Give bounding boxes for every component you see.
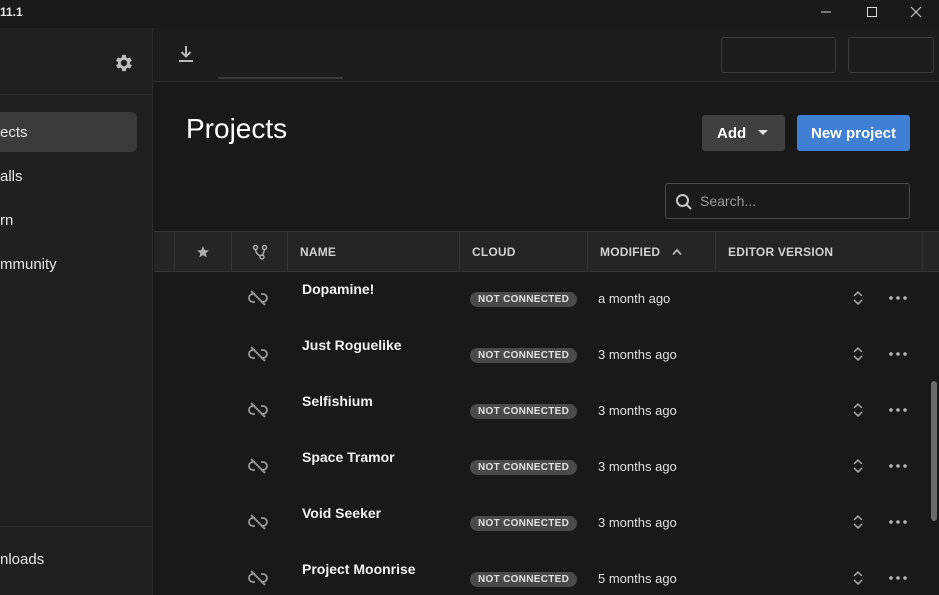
add-button-label: Add — [717, 124, 747, 142]
cloud-status-badge: NOT CONNECTED — [470, 516, 578, 531]
scrollbar-thumb[interactable] — [931, 381, 937, 521]
modified-date: 3 months ago — [598, 347, 677, 362]
project-row[interactable]: Space Tramor NOT CONNECTED 3 months ago — [154, 441, 922, 497]
maximize-icon — [867, 7, 877, 17]
project-row[interactable]: Project Moonrise NOT CONNECTED 5 months … — [154, 553, 922, 595]
editor-version-select-icon[interactable] — [852, 346, 864, 362]
header-button[interactable] — [721, 37, 836, 73]
close-button[interactable] — [893, 0, 939, 24]
sidebar-item-label: mmunity — [0, 255, 57, 273]
sidebar-divider — [0, 526, 153, 527]
sidebar-item-label: alls — [0, 167, 23, 185]
gear-icon — [116, 54, 132, 72]
page-title: Projects — [186, 113, 288, 144]
modified-date: a month ago — [598, 291, 671, 306]
column-modified[interactable]: MODIFIED — [587, 232, 715, 272]
unlinked-icon — [248, 570, 268, 586]
editor-version-select-icon[interactable] — [852, 570, 864, 586]
new-project-label: New project — [810, 124, 897, 142]
cloud-status-badge: NOT CONNECTED — [470, 348, 578, 363]
modified-date: 5 months ago — [598, 571, 677, 586]
project-name: Just Roguelike — [302, 337, 402, 353]
star-icon — [197, 246, 209, 258]
column-name-label: NAME — [300, 245, 337, 259]
project-name: Space Tramor — [302, 449, 395, 465]
unlinked-icon — [248, 458, 268, 474]
project-name: Project Moonrise — [302, 561, 416, 577]
column-editor-version-label: EDITOR VERSION — [728, 245, 834, 259]
modified-date: 3 months ago — [598, 403, 677, 418]
settings-button[interactable] — [113, 52, 135, 74]
sidebar-item-learn[interactable]: rn — [0, 200, 137, 240]
sidebar-divider — [0, 94, 153, 95]
column-cloud-label: CLOUD — [472, 245, 516, 259]
more-options-icon[interactable] — [889, 520, 907, 524]
search-box[interactable] — [665, 183, 910, 219]
editor-version-select-icon[interactable] — [852, 514, 864, 530]
search-icon — [676, 194, 692, 210]
column-link[interactable] — [231, 232, 287, 272]
column-name[interactable]: NAME — [287, 232, 459, 272]
main-content: Projects Add New project NAME — [154, 83, 939, 595]
project-row[interactable]: Dopamine! NOT CONNECTED a month ago — [154, 273, 922, 329]
unlinked-icon — [248, 346, 268, 362]
project-name: Dopamine! — [302, 281, 375, 297]
sidebar-item-label: nloads — [0, 550, 45, 568]
sidebar-item-downloads[interactable]: nloads — [0, 539, 137, 579]
header-button[interactable] — [848, 37, 934, 73]
column-cloud[interactable]: CLOUD — [459, 232, 587, 272]
column-editor-version[interactable]: EDITOR VERSION — [715, 232, 922, 272]
editor-version-select-icon[interactable] — [852, 458, 864, 474]
close-icon — [910, 6, 922, 18]
downloads-button[interactable] — [176, 44, 196, 64]
editor-version-select-icon[interactable] — [852, 402, 864, 418]
search-input[interactable] — [700, 184, 900, 218]
modified-date: 3 months ago — [598, 459, 677, 474]
project-row[interactable]: Just Roguelike NOT CONNECTED 3 months ag… — [154, 329, 922, 385]
title-bar: 11.1 — [0, 0, 939, 28]
window-title: 11.1 — [0, 5, 23, 19]
modified-date: 3 months ago — [598, 515, 677, 530]
project-name: Selfishium — [302, 393, 373, 409]
more-options-icon[interactable] — [889, 296, 907, 300]
project-name: Void Seeker — [302, 505, 382, 521]
caret-down-icon — [758, 130, 768, 135]
table-header: NAME CLOUD MODIFIED EDITOR VERSION — [154, 231, 939, 272]
header-tab-underline — [218, 77, 343, 79]
branch-icon — [252, 244, 267, 260]
column-favorite[interactable] — [174, 232, 231, 272]
editor-version-select-icon[interactable] — [852, 290, 864, 306]
cloud-status-badge: NOT CONNECTED — [470, 572, 578, 587]
unlinked-icon — [248, 402, 268, 418]
project-row[interactable]: Selfishium NOT CONNECTED 3 months ago — [154, 385, 922, 441]
column-actions — [922, 232, 939, 272]
project-row[interactable]: Void Seeker NOT CONNECTED 3 months ago — [154, 497, 922, 553]
more-options-icon[interactable] — [889, 352, 907, 356]
maximize-button[interactable] — [849, 0, 895, 24]
sidebar: ects alls rn mmunity nloads — [0, 28, 153, 595]
cloud-status-badge: NOT CONNECTED — [470, 292, 578, 307]
sidebar-item-projects[interactable]: ects — [0, 112, 137, 152]
minimize-icon — [821, 11, 831, 13]
more-options-icon[interactable] — [889, 576, 907, 580]
cloud-status-badge: NOT CONNECTED — [470, 404, 578, 419]
minimize-button[interactable] — [803, 0, 849, 24]
unlinked-icon — [248, 514, 268, 530]
unlinked-icon — [248, 290, 268, 306]
download-icon — [179, 46, 193, 62]
top-header — [154, 28, 939, 82]
sidebar-item-installs[interactable]: alls — [0, 156, 137, 196]
cloud-status-badge: NOT CONNECTED — [470, 460, 578, 475]
sort-ascending-icon — [672, 248, 682, 256]
column-modified-label: MODIFIED — [600, 245, 661, 259]
sidebar-item-label: rn — [0, 211, 14, 229]
new-project-button[interactable]: New project — [797, 115, 910, 151]
sidebar-item-label: ects — [0, 123, 28, 141]
more-options-icon[interactable] — [889, 464, 907, 468]
more-options-icon[interactable] — [889, 408, 907, 412]
sidebar-item-community[interactable]: mmunity — [0, 244, 137, 284]
add-button[interactable]: Add — [702, 115, 785, 151]
